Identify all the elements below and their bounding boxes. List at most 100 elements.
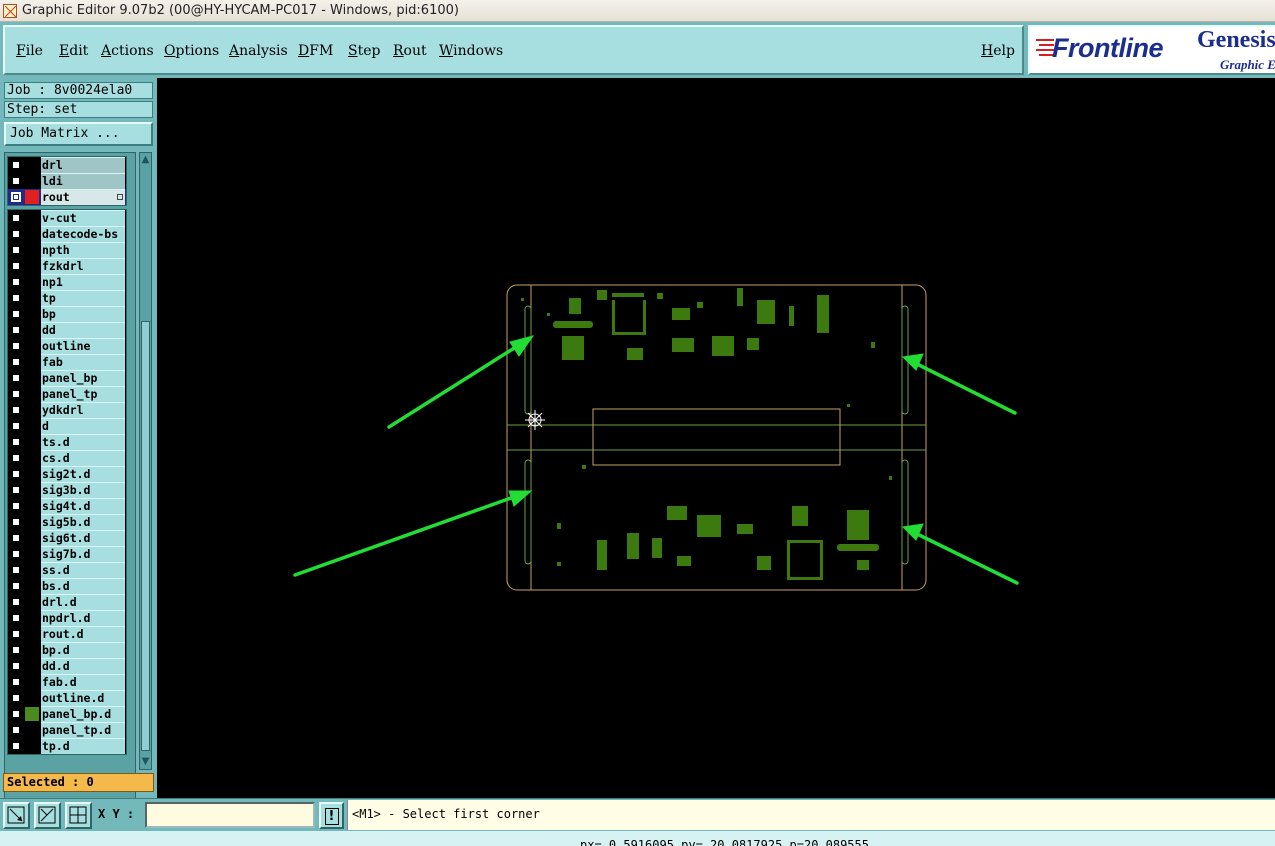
layer-name[interactable]: datecode-bs bbox=[41, 226, 125, 242]
layer-row[interactable]: tp bbox=[8, 290, 126, 306]
layer-checkbox[interactable] bbox=[11, 725, 21, 735]
layer-row[interactable]: fab.d bbox=[8, 674, 126, 690]
layer-checkbox[interactable] bbox=[11, 645, 21, 655]
layer-checkbox[interactable] bbox=[11, 533, 21, 543]
layer-row[interactable]: np1 bbox=[8, 274, 126, 290]
layer-color-swatch[interactable] bbox=[25, 190, 39, 204]
layer-row[interactable]: v-cut bbox=[8, 210, 126, 226]
layer-name[interactable]: panel_bp.d bbox=[41, 706, 125, 722]
layer-color-swatch[interactable] bbox=[25, 355, 39, 369]
layer-color-swatch[interactable] bbox=[25, 174, 39, 188]
layer-row[interactable]: fab bbox=[8, 354, 126, 370]
layer-checkbox[interactable] bbox=[11, 453, 21, 463]
scroll-up-icon[interactable]: ▲ bbox=[140, 154, 151, 166]
layer-color-swatch[interactable] bbox=[25, 403, 39, 417]
layer-name[interactable]: drl.d bbox=[41, 594, 125, 610]
layer-name[interactable]: panel_tp bbox=[41, 386, 125, 402]
layer-color-swatch[interactable] bbox=[25, 547, 39, 561]
layer-color-swatch[interactable] bbox=[25, 483, 39, 497]
grid-snap-icon[interactable] bbox=[65, 802, 92, 829]
layer-checkbox[interactable] bbox=[11, 309, 21, 319]
layer-checkbox[interactable] bbox=[11, 373, 21, 383]
layer-row[interactable]: npth bbox=[8, 242, 126, 258]
layer-name[interactable]: sig2t.d bbox=[41, 466, 125, 482]
layer-color-swatch[interactable] bbox=[25, 723, 39, 737]
layer-name[interactable]: sig5b.d bbox=[41, 514, 125, 530]
layer-name[interactable]: bp.d bbox=[41, 642, 125, 658]
layer-row[interactable]: rout bbox=[8, 189, 126, 205]
layer-name[interactable]: panel_tp.d bbox=[41, 722, 125, 738]
layer-row[interactable]: sig2t.d bbox=[8, 466, 126, 482]
job-matrix-button[interactable]: Job Matrix ... bbox=[4, 122, 153, 146]
layer-name[interactable]: ss.d bbox=[41, 562, 125, 578]
zoom-diagonal-icon[interactable] bbox=[3, 802, 30, 829]
expand-icon[interactable] bbox=[117, 194, 123, 200]
layer-color-swatch[interactable] bbox=[25, 158, 39, 172]
layer-name[interactable]: dd bbox=[41, 322, 125, 338]
layer-name[interactable]: bs.d bbox=[41, 578, 125, 594]
menu-options[interactable]: Options bbox=[164, 43, 219, 59]
layer-name[interactable]: sig3b.d bbox=[41, 482, 125, 498]
layer-checkbox[interactable] bbox=[11, 693, 21, 703]
layer-checkbox[interactable] bbox=[11, 501, 21, 511]
layer-checkbox[interactable] bbox=[11, 469, 21, 479]
layer-row[interactable]: tp.d bbox=[8, 738, 126, 754]
layer-color-swatch[interactable] bbox=[25, 323, 39, 337]
layer-checkbox[interactable] bbox=[11, 341, 21, 351]
layer-row[interactable]: outline bbox=[8, 338, 126, 354]
layer-checkbox[interactable] bbox=[11, 160, 21, 170]
layer-checkbox[interactable] bbox=[11, 245, 21, 255]
layer-name[interactable]: d bbox=[41, 418, 125, 434]
layer-color-swatch[interactable] bbox=[25, 675, 39, 689]
menu-actions[interactable]: Actions bbox=[101, 43, 154, 59]
layer-row[interactable]: rout.d bbox=[8, 626, 126, 642]
layer-checkbox[interactable] bbox=[11, 405, 21, 415]
layer-color-swatch[interactable] bbox=[25, 307, 39, 321]
layer-row[interactable]: ldi bbox=[8, 173, 126, 189]
layer-name[interactable]: fab bbox=[41, 354, 125, 370]
layer-color-swatch[interactable] bbox=[25, 595, 39, 609]
menu-dfm[interactable]: DFM bbox=[298, 43, 333, 59]
menu-step[interactable]: Step bbox=[348, 43, 380, 59]
menu-help[interactable]: Help bbox=[981, 43, 1015, 59]
layer-color-swatch[interactable] bbox=[25, 259, 39, 273]
layer-name[interactable]: tp bbox=[41, 290, 125, 306]
layer-row[interactable]: fzkdrl bbox=[8, 258, 126, 274]
layer-checkbox[interactable] bbox=[11, 437, 21, 447]
layer-color-swatch[interactable] bbox=[25, 611, 39, 625]
layer-name[interactable]: fzkdrl bbox=[41, 258, 125, 274]
layer-row[interactable]: cs.d bbox=[8, 450, 126, 466]
layer-checkbox[interactable] bbox=[11, 357, 21, 367]
layer-checkbox[interactable] bbox=[11, 581, 21, 591]
layer-name[interactable]: ldi bbox=[41, 173, 125, 189]
menu-windows[interactable]: Windows bbox=[439, 43, 503, 59]
layer-color-swatch[interactable] bbox=[25, 291, 39, 305]
layer-checkbox[interactable] bbox=[11, 661, 21, 671]
layer-scrollbar[interactable]: ▲ ▼ bbox=[139, 152, 152, 770]
layer-color-swatch[interactable] bbox=[25, 419, 39, 433]
layer-color-swatch[interactable] bbox=[25, 499, 39, 513]
layer-name[interactable]: drl bbox=[41, 157, 125, 173]
layer-checkbox[interactable] bbox=[11, 213, 21, 223]
layer-name[interactable]: sig7b.d bbox=[41, 546, 125, 562]
layer-checkbox[interactable] bbox=[11, 261, 21, 271]
layer-color-swatch[interactable] bbox=[25, 467, 39, 481]
layer-name[interactable]: bp bbox=[41, 306, 125, 322]
layer-color-swatch[interactable] bbox=[25, 211, 39, 225]
bang-button[interactable]: ! bbox=[319, 802, 344, 829]
layer-row[interactable]: ydkdrl bbox=[8, 402, 126, 418]
layer-color-swatch[interactable] bbox=[25, 339, 39, 353]
layer-checkbox[interactable] bbox=[11, 192, 21, 202]
layer-color-swatch[interactable] bbox=[25, 579, 39, 593]
layer-checkbox[interactable] bbox=[11, 176, 21, 186]
layer-name[interactable]: fab.d bbox=[41, 674, 125, 690]
layer-checkbox[interactable] bbox=[11, 293, 21, 303]
layer-color-swatch[interactable] bbox=[25, 627, 39, 641]
layer-row[interactable]: npdrl.d bbox=[8, 610, 126, 626]
layer-checkbox[interactable] bbox=[11, 613, 21, 623]
layer-row[interactable]: outline.d bbox=[8, 690, 126, 706]
layer-checkbox[interactable] bbox=[11, 709, 21, 719]
layer-name[interactable]: ts.d bbox=[41, 434, 125, 450]
layer-name[interactable]: cs.d bbox=[41, 450, 125, 466]
layer-checkbox[interactable] bbox=[11, 421, 21, 431]
